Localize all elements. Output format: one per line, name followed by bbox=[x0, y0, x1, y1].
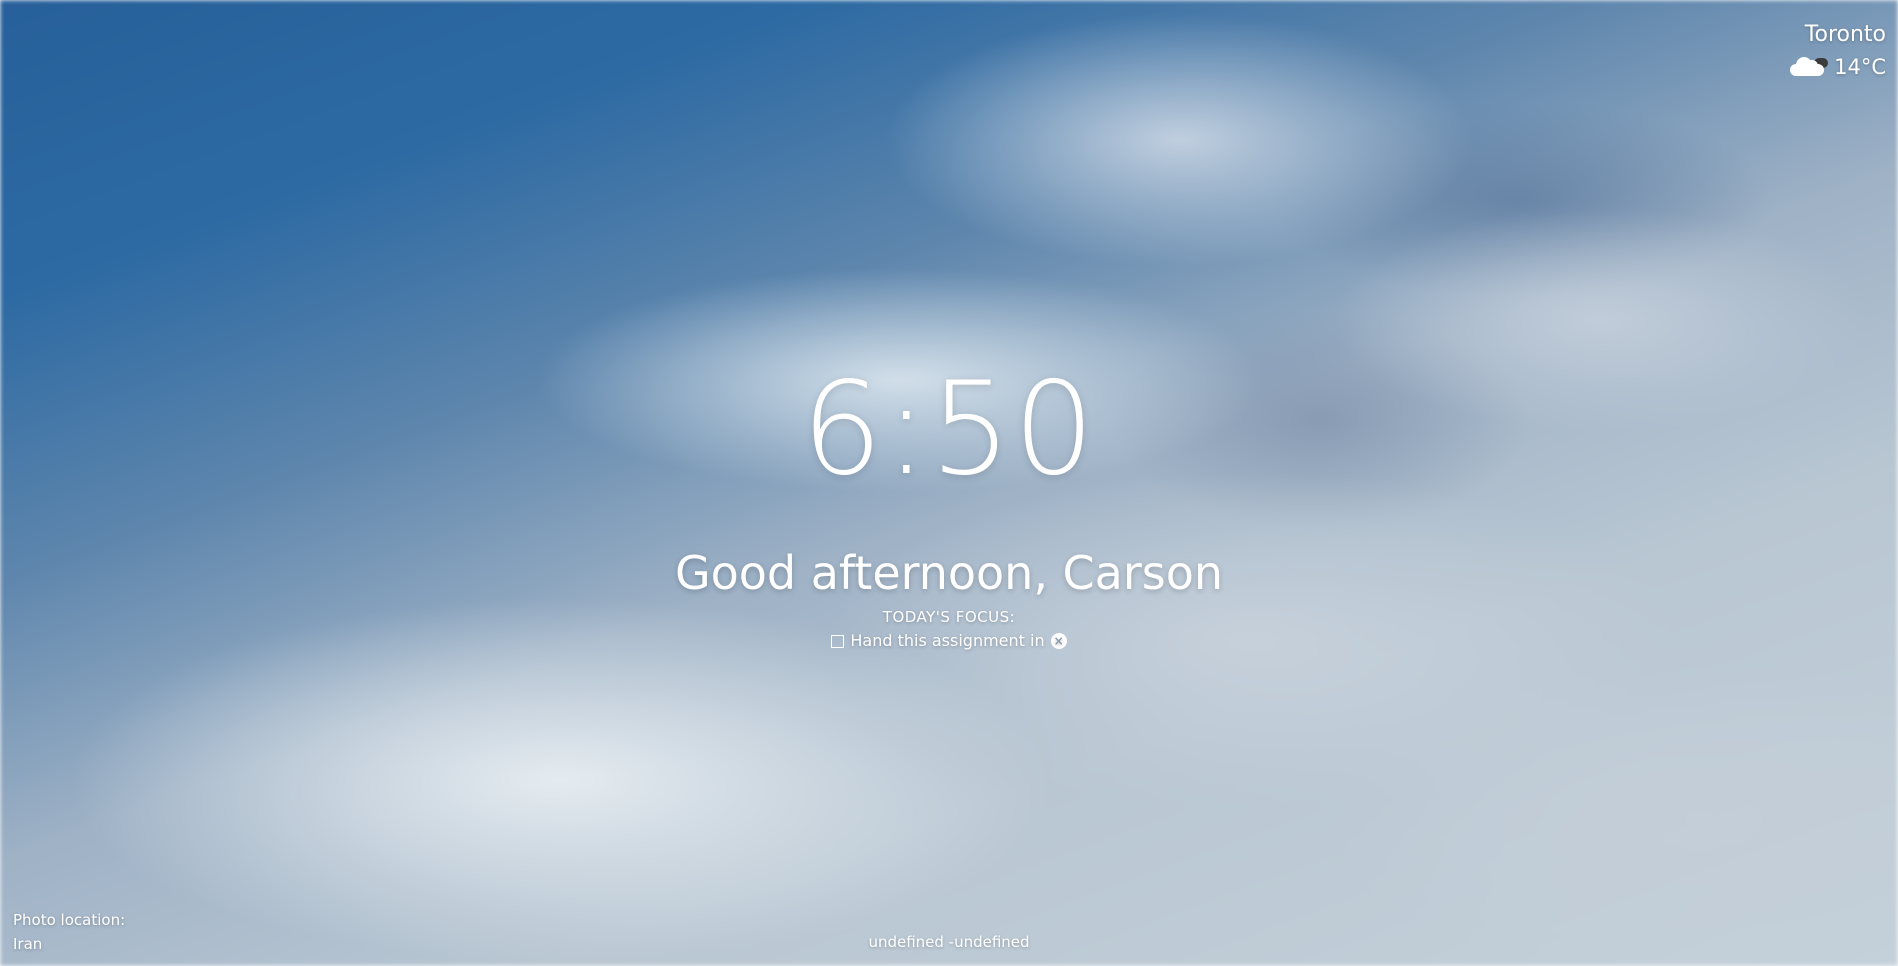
focus-label: TODAY'S FOCUS: bbox=[882, 608, 1016, 626]
focus-task-text: Hand this assignment in bbox=[850, 631, 1045, 650]
photo-location-label: Photo location: bbox=[13, 911, 126, 929]
focus-task: Hand this assignment in × bbox=[0, 630, 1898, 652]
greeting-text: Good afternoon, Carson bbox=[674, 546, 1224, 600]
focus-checkbox[interactable] bbox=[831, 634, 845, 648]
partly-cloudy-icon bbox=[1788, 54, 1829, 80]
dashboard: Toronto 14°C 6:50 Good afternoon, Carson… bbox=[0, 0, 1898, 966]
weather-widget[interactable]: Toronto 14°C bbox=[1788, 20, 1886, 80]
quote-text: undefined -undefined bbox=[868, 933, 1030, 951]
weather-details: 14°C bbox=[1788, 54, 1886, 80]
clock-time: 6:50 bbox=[801, 355, 1097, 504]
weather-temperature: 14°C bbox=[1834, 55, 1886, 79]
close-circle-icon[interactable]: × bbox=[1050, 633, 1067, 649]
weather-city: Toronto bbox=[1804, 22, 1886, 47]
